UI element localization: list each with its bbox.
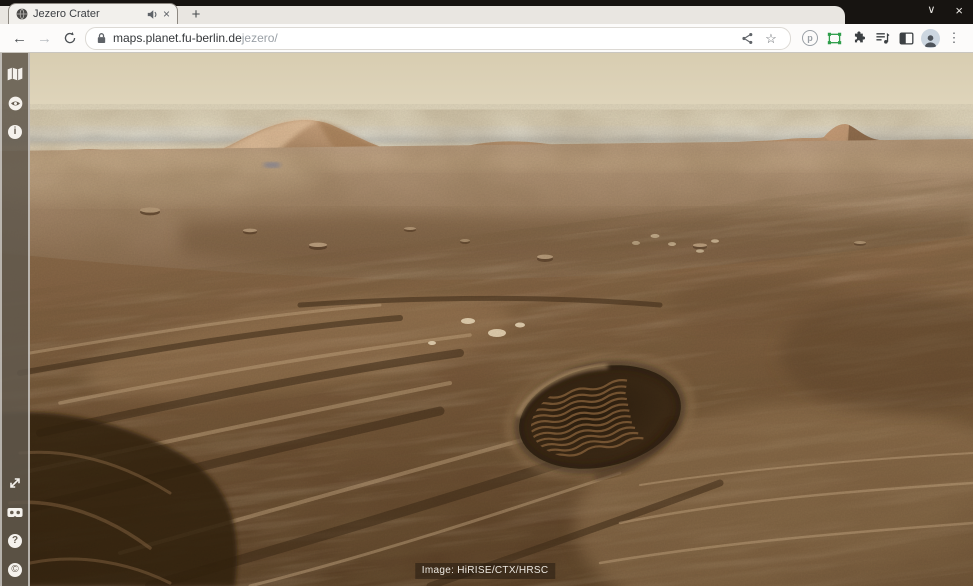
- sidebar-bottom-group: ? ©: [7, 475, 23, 578]
- side-panel-icon[interactable]: [895, 27, 917, 49]
- address-bar[interactable]: maps.planet.fu-berlin.dejezero/ ☆: [85, 27, 791, 50]
- tab-audio-icon[interactable]: [147, 9, 158, 20]
- help-icon: ?: [8, 534, 22, 548]
- viewer-sidebar: i ? ©: [0, 53, 30, 586]
- profile-avatar[interactable]: [919, 27, 941, 49]
- copyright-button[interactable]: ©: [7, 562, 23, 578]
- url-host: maps.planet.fu-berlin.de: [113, 31, 242, 45]
- image-attribution: Image: HiRISE/CTX/HRSC: [415, 563, 556, 579]
- reload-icon: [63, 31, 77, 45]
- copyright-icon: ©: [8, 563, 22, 577]
- url-path: jezero/: [242, 31, 278, 45]
- forward-button[interactable]: →: [33, 27, 56, 50]
- tab-favicon-globe-icon: [16, 8, 28, 20]
- share-icon[interactable]: [738, 32, 756, 45]
- map-layers-button[interactable]: [7, 66, 23, 82]
- expand-icon: [8, 476, 22, 490]
- browser-toolbar: ← → maps.planet.fu-berlin.dejezero/ ☆ p: [0, 24, 973, 53]
- window-controls: ∨ ×: [927, 0, 963, 20]
- url-text: maps.planet.fu-berlin.dejezero/: [113, 31, 278, 45]
- bookmark-star-icon[interactable]: ☆: [762, 32, 780, 45]
- window-close-icon[interactable]: ×: [955, 4, 963, 17]
- lock-icon: [96, 32, 107, 44]
- reload-button[interactable]: [58, 27, 81, 50]
- map-icon: [7, 67, 23, 81]
- tab-title: Jezero Crater: [33, 8, 142, 20]
- window-minimize-icon[interactable]: ∨: [927, 5, 935, 16]
- eye-icon: [8, 96, 23, 111]
- map-viewport: i ? © Im: [0, 53, 973, 586]
- screenshot-frame-icon[interactable]: [823, 27, 845, 49]
- mars-terrain-canvas[interactable]: [0, 53, 973, 586]
- view-settings-button[interactable]: [7, 95, 23, 111]
- info-icon: i: [8, 125, 22, 139]
- help-button[interactable]: ?: [7, 533, 23, 549]
- window-titlebar: Jezero Crater × + ∨ ×: [0, 0, 973, 24]
- back-button[interactable]: ←: [8, 27, 31, 50]
- browser-menu-icon[interactable]: ⋮: [943, 27, 965, 49]
- new-tab-button[interactable]: +: [186, 5, 206, 23]
- vr-mode-button[interactable]: [7, 504, 23, 520]
- browser-tab[interactable]: Jezero Crater ×: [8, 3, 178, 24]
- info-button[interactable]: i: [7, 124, 23, 140]
- extension-p-icon[interactable]: p: [799, 27, 821, 49]
- sidebar-top-group: i: [7, 66, 23, 140]
- tab-close-icon[interactable]: ×: [163, 8, 170, 20]
- avatar-person-icon: [921, 29, 940, 48]
- extensions-puzzle-icon[interactable]: [847, 27, 869, 49]
- vr-goggles-icon: [7, 507, 23, 518]
- media-queue-icon[interactable]: [871, 27, 893, 49]
- fullscreen-button[interactable]: [7, 475, 23, 491]
